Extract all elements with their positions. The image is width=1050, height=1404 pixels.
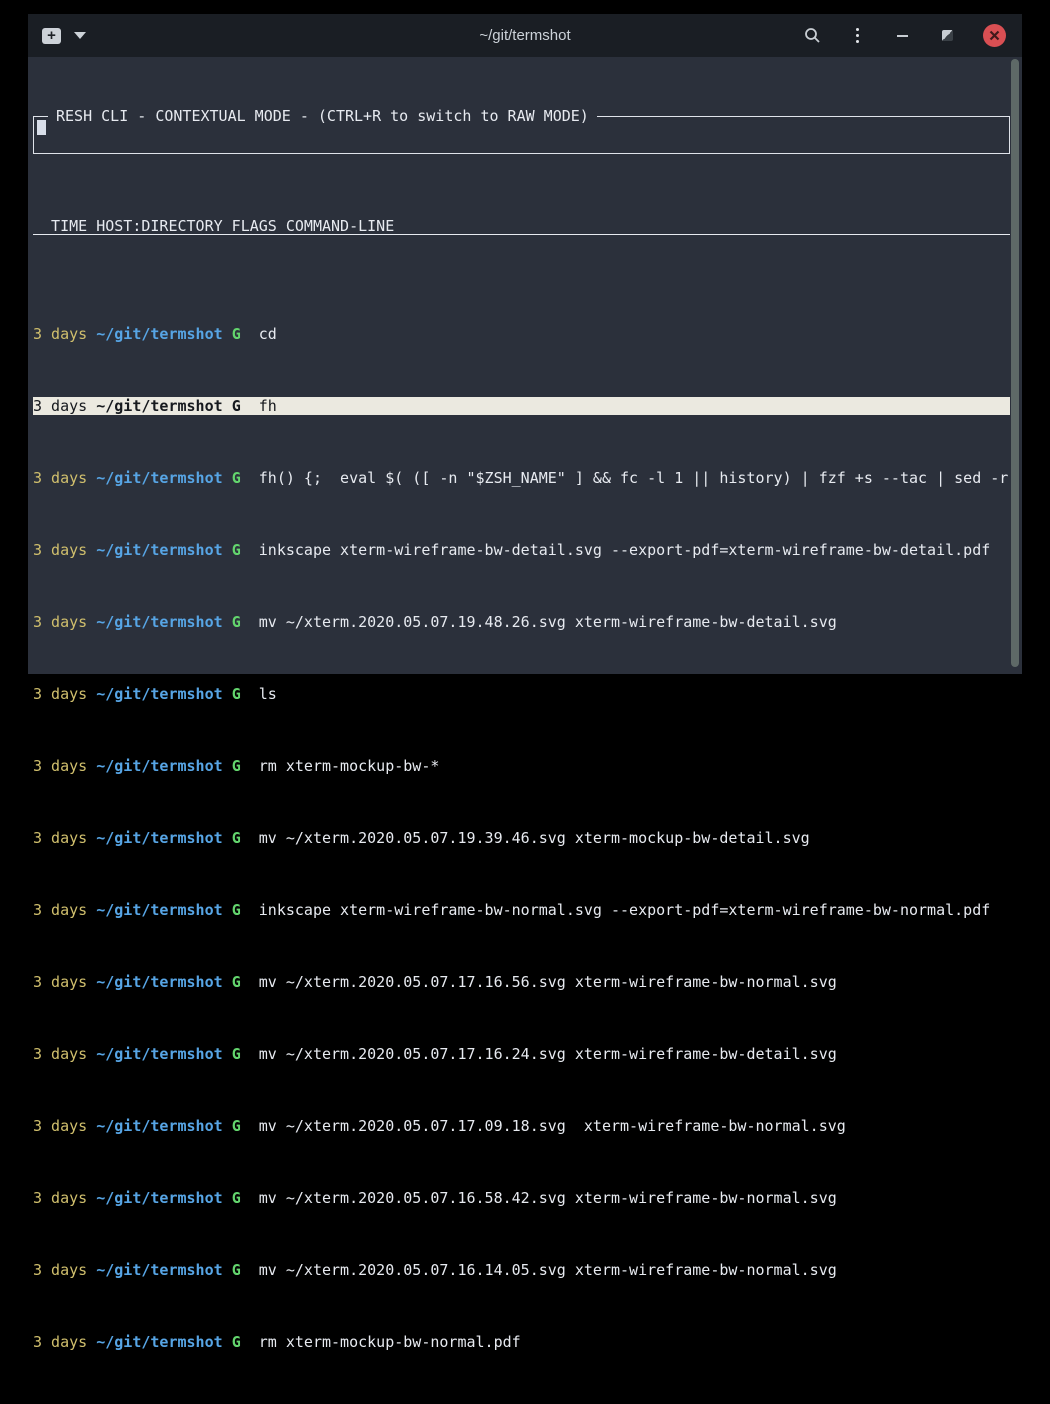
history-directory: ~/git/termshot	[96, 901, 222, 919]
terminal-content[interactable]: RESH CLI - CONTEXTUAL MODE - (CTRL+R to …	[28, 57, 1022, 674]
terminal-window: + ~/git/termshot	[28, 14, 1022, 669]
history-flags: G	[232, 469, 241, 487]
scrollbar-thumb[interactable]	[1011, 59, 1019, 667]
minimize-button[interactable]	[893, 27, 911, 45]
history-directory: ~/git/termshot	[96, 1333, 222, 1351]
history-flags: G	[232, 1117, 241, 1135]
history-command: mv ~/xterm.2020.05.07.16.14.05.svg xterm…	[259, 1261, 837, 1279]
history-command: mv ~/xterm.2020.05.07.17.09.18.svg xterm…	[259, 1117, 846, 1135]
history-table-header: TIME HOST:DIRECTORY FLAGS COMMAND-LINE	[33, 217, 1010, 235]
history-time: 3 days	[33, 1261, 87, 1279]
resh-search-box-title: RESH CLI - CONTEXTUAL MODE - (CTRL+R to …	[48, 107, 597, 125]
history-time: 3 days	[33, 613, 87, 631]
history-time: 3 days	[33, 1045, 87, 1063]
history-directory: ~/git/termshot	[96, 541, 222, 559]
history-command: inkscape xterm-wireframe-bw-normal.svg -…	[259, 901, 991, 919]
history-time: 3 days	[33, 397, 87, 415]
history-row[interactable]: 3 days ~/git/termshot G rm xterm-mockup-…	[33, 757, 1010, 775]
kebab-icon	[856, 28, 859, 31]
history-time: 3 days	[33, 685, 87, 703]
history-time: 3 days	[33, 1333, 87, 1351]
close-icon	[989, 30, 1000, 41]
history-row[interactable]: 3 days ~/git/termshot G fh() {; eval $( …	[33, 469, 1010, 487]
restore-button[interactable]	[938, 27, 956, 45]
history-directory: ~/git/termshot	[96, 973, 222, 991]
history-time: 3 days	[33, 469, 87, 487]
history-command: mv ~/xterm.2020.05.07.17.16.56.svg xterm…	[259, 973, 837, 991]
history-row[interactable]: 3 days ~/git/termshot G mv ~/xterm.2020.…	[33, 829, 1010, 847]
restore-icon	[942, 30, 953, 41]
history-directory: ~/git/termshot	[96, 1117, 222, 1135]
history-command: fh() {; eval $( ([ -n "$ZSH_NAME" ] && f…	[259, 469, 1009, 487]
history-directory: ~/git/termshot	[96, 397, 222, 415]
history-row[interactable]: 3 days ~/git/termshot G cd	[33, 325, 1010, 343]
history-time: 3 days	[33, 1117, 87, 1135]
new-tab-button[interactable]: +	[42, 28, 61, 44]
history-command: fh	[259, 397, 277, 415]
history-flags: G	[232, 685, 241, 703]
history-time: 3 days	[33, 757, 87, 775]
history-directory: ~/git/termshot	[96, 757, 222, 775]
history-directory: ~/git/termshot	[96, 1045, 222, 1063]
history-command: ls	[259, 685, 277, 703]
history-flags: G	[232, 541, 241, 559]
history-flags: G	[232, 325, 241, 343]
history-row[interactable]: 3 days ~/git/termshot G mv ~/xterm.2020.…	[33, 1189, 1010, 1207]
menu-button[interactable]	[848, 27, 866, 45]
history-command: cd	[259, 325, 277, 343]
history-flags: G	[232, 829, 241, 847]
history-row[interactable]: 3 days ~/git/termshot G mv ~/xterm.2020.…	[33, 1045, 1010, 1063]
history-flags: G	[232, 1261, 241, 1279]
history-row[interactable]: 3 days ~/git/termshot G rm xterm-mockup-…	[33, 1333, 1010, 1351]
history-command: mv ~/xterm.2020.05.07.19.48.26.svg xterm…	[259, 613, 837, 631]
history-row[interactable]: 3 days ~/git/termshot G inkscape xterm-w…	[33, 901, 1010, 919]
history-directory: ~/git/termshot	[96, 325, 222, 343]
history-flags: G	[232, 1045, 241, 1063]
history-row[interactable]: 3 days ~/git/termshot G ls	[33, 685, 1010, 703]
history-directory: ~/git/termshot	[96, 829, 222, 847]
history-flags: G	[232, 973, 241, 991]
history-directory: ~/git/termshot	[96, 1261, 222, 1279]
search-icon	[804, 27, 821, 44]
history-row[interactable]: 3 days ~/git/termshot G mv ~/xterm.2020.…	[33, 1117, 1010, 1135]
history-command: mv ~/xterm.2020.05.07.17.16.24.svg xterm…	[259, 1045, 837, 1063]
history-time: 3 days	[33, 1189, 87, 1207]
close-button[interactable]	[983, 24, 1006, 47]
history-command: mv ~/xterm.2020.05.07.19.39.46.svg xterm…	[259, 829, 810, 847]
history-directory: ~/git/termshot	[96, 469, 222, 487]
history-flags: G	[232, 1189, 241, 1207]
history-flags: G	[232, 901, 241, 919]
history-command: rm xterm-mockup-bw-*	[259, 757, 440, 775]
history-time: 3 days	[33, 973, 87, 991]
history-command: inkscape xterm-wireframe-bw-detail.svg -…	[259, 541, 991, 559]
history-time: 3 days	[33, 829, 87, 847]
search-button[interactable]	[803, 27, 821, 45]
history-command: rm xterm-mockup-bw-normal.pdf	[259, 1333, 521, 1351]
titlebar[interactable]: + ~/git/termshot	[28, 14, 1022, 57]
history-flags: G	[232, 397, 241, 415]
history-table: 3 days ~/git/termshot G cd 3 days ~/git/…	[33, 289, 1010, 1404]
history-command: mv ~/xterm.2020.05.07.16.58.42.svg xterm…	[259, 1189, 837, 1207]
history-row[interactable]: 3 days ~/git/termshot G fh	[33, 397, 1010, 415]
history-flags: G	[232, 757, 241, 775]
history-row[interactable]: 3 days ~/git/termshot G inkscape xterm-w…	[33, 541, 1010, 559]
chevron-down-icon[interactable]	[74, 32, 86, 39]
text-cursor	[37, 120, 46, 135]
plus-icon: +	[47, 28, 56, 43]
history-flags: G	[232, 613, 241, 631]
history-directory: ~/git/termshot	[96, 1189, 222, 1207]
history-time: 3 days	[33, 325, 87, 343]
history-directory: ~/git/termshot	[96, 613, 222, 631]
history-row[interactable]: 3 days ~/git/termshot G mv ~/xterm.2020.…	[33, 1261, 1010, 1279]
minimize-icon	[897, 35, 908, 37]
history-directory: ~/git/termshot	[96, 685, 222, 703]
history-flags: G	[232, 1333, 241, 1351]
history-time: 3 days	[33, 541, 87, 559]
resh-search-box[interactable]: RESH CLI - CONTEXTUAL MODE - (CTRL+R to …	[33, 116, 1010, 154]
history-row[interactable]: 3 days ~/git/termshot G mv ~/xterm.2020.…	[33, 973, 1010, 991]
history-row[interactable]: 3 days ~/git/termshot G mv ~/xterm.2020.…	[33, 613, 1010, 631]
history-time: 3 days	[33, 901, 87, 919]
